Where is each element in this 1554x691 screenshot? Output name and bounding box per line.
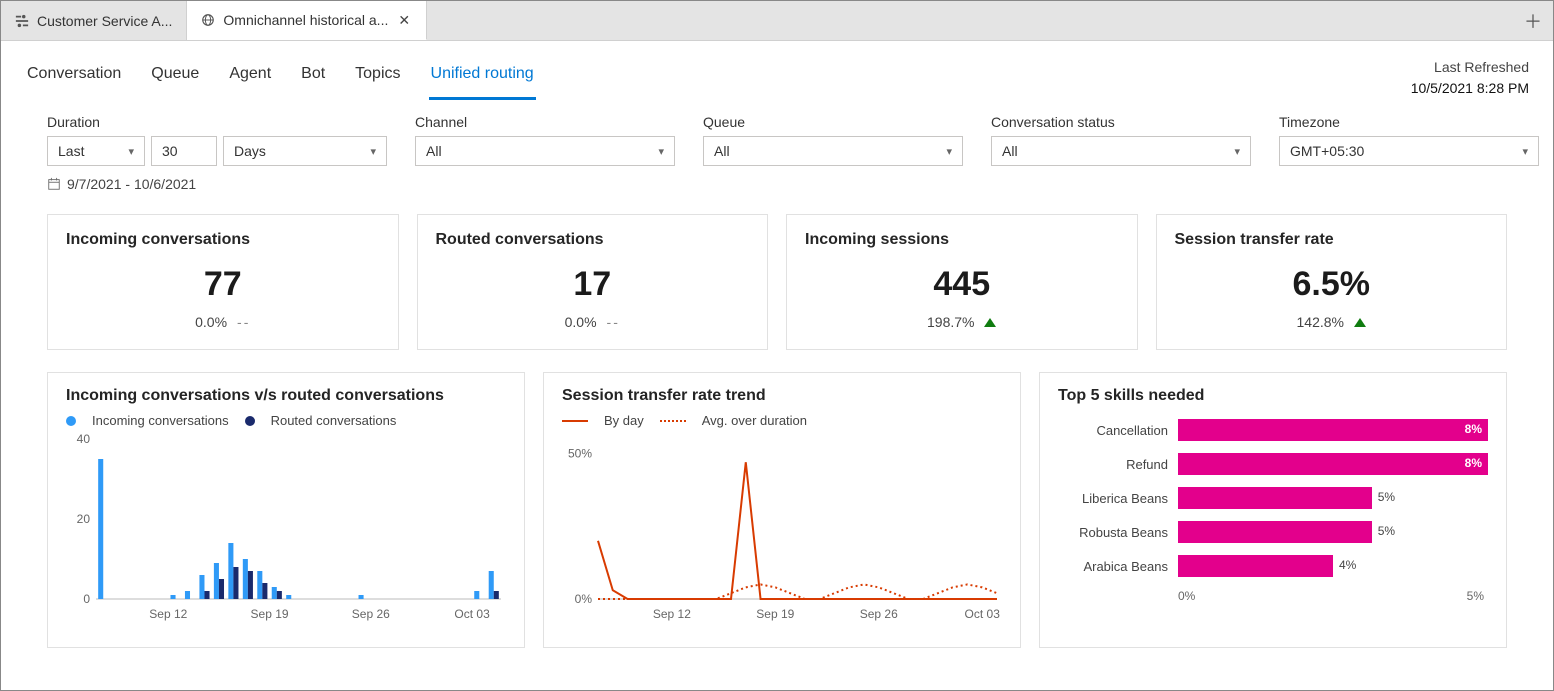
duration-unit-select[interactable]: Days ▾	[223, 136, 387, 166]
duration-mode-select[interactable]: Last ▾	[47, 136, 145, 166]
tab-label: Customer Service A...	[37, 13, 172, 29]
skills-bar-list: Cancellation 8% Refund 8% Liberica Beans…	[1058, 413, 1488, 583]
svg-text:0%: 0%	[575, 592, 593, 606]
skill-label: Arabica Beans	[1058, 559, 1168, 574]
trend-up-icon	[1354, 318, 1366, 327]
nav-row: Conversation Queue Agent Bot Topics Unif…	[1, 41, 1553, 100]
trend-up-icon	[984, 318, 996, 327]
skill-label: Refund	[1058, 457, 1168, 472]
skill-bar-track: 5%	[1178, 487, 1488, 509]
navtab-conversation[interactable]: Conversation	[25, 55, 123, 100]
kpi-session-transfer-rate[interactable]: Session transfer rate 6.5% 142.8%	[1156, 214, 1508, 350]
chart-legend: Incoming conversations Routed conversati…	[66, 413, 506, 428]
filter-duration: Duration Last ▾ 30 Days ▾	[47, 114, 387, 166]
status-select[interactable]: All ▾	[991, 136, 1251, 166]
svg-text:Sep 19: Sep 19	[251, 607, 289, 621]
chevron-down-icon: ▾	[1234, 145, 1240, 158]
chart-incoming-vs-routed[interactable]: Incoming conversations v/s routed conver…	[47, 372, 525, 648]
svg-text:20: 20	[77, 512, 91, 526]
navtab-agent[interactable]: Agent	[227, 55, 273, 100]
svg-text:40: 40	[77, 434, 91, 446]
new-tab-button[interactable]: ＋	[1513, 1, 1553, 40]
timezone-select[interactable]: GMT+05:30 ▾	[1279, 136, 1539, 166]
skill-row: Cancellation 8%	[1058, 413, 1488, 447]
last-refreshed: Last Refreshed 10/5/2021 8:28 PM	[1411, 57, 1529, 99]
tab-label: Omnichannel historical a...	[223, 12, 388, 28]
svg-text:50%: 50%	[568, 447, 592, 461]
skill-bar-track: 8%	[1178, 453, 1488, 475]
trend-flat-icon: --	[607, 314, 620, 330]
close-icon[interactable]: ✕	[396, 12, 412, 29]
chart-legend: By day Avg. over duration	[562, 413, 1002, 428]
legend-dot-icon	[66, 416, 76, 426]
filter-status: Conversation status All ▾	[991, 114, 1251, 166]
skill-label: Cancellation	[1058, 423, 1168, 438]
svg-text:Oct 03: Oct 03	[965, 607, 1001, 621]
skill-bar-track: 5%	[1178, 521, 1488, 543]
legend-dotted-line-icon	[660, 420, 686, 422]
skill-row: Refund 8%	[1058, 447, 1488, 481]
svg-text:Sep 26: Sep 26	[860, 607, 898, 621]
skill-bar-track: 4%	[1178, 555, 1488, 577]
kpi-incoming-sessions[interactable]: Incoming sessions 445 198.7%	[786, 214, 1138, 350]
window-tabstrip: Customer Service A... Omnichannel histor…	[1, 1, 1553, 41]
skill-row: Arabica Beans 4%	[1058, 549, 1488, 583]
skill-row: Liberica Beans 5%	[1058, 481, 1488, 515]
skill-row: Robusta Beans 5%	[1058, 515, 1488, 549]
kpi-incoming-conversations[interactable]: Incoming conversations 77 0.0%--	[47, 214, 399, 350]
skill-label: Robusta Beans	[1058, 525, 1168, 540]
line-chart-svg: 0% 50% Sep 12 Sep 19 Sep 26 Oct 03	[562, 434, 1002, 624]
tab-customer-service[interactable]: Customer Service A...	[1, 1, 187, 40]
filter-label: Duration	[47, 114, 387, 130]
channel-select[interactable]: All ▾	[415, 136, 675, 166]
chevron-down-icon: ▾	[658, 145, 664, 158]
duration-count-input[interactable]: 30	[151, 136, 217, 166]
settings-icon	[15, 14, 29, 28]
navtab-topics[interactable]: Topics	[353, 55, 402, 100]
navtab-bot[interactable]: Bot	[299, 55, 327, 100]
skills-axis: 0% 5%	[1178, 589, 1488, 603]
svg-text:Sep 26: Sep 26	[352, 607, 390, 621]
charts-row: Incoming conversations v/s routed conver…	[1, 350, 1553, 648]
filter-timezone: Timezone GMT+05:30 ▾	[1279, 114, 1539, 166]
date-range-text: 9/7/2021 - 10/6/2021	[67, 176, 196, 192]
filter-label: Conversation status	[991, 114, 1251, 130]
date-range-display: 9/7/2021 - 10/6/2021	[1, 166, 1553, 192]
tab-omnichannel[interactable]: Omnichannel historical a... ✕	[187, 1, 427, 40]
navtab-unified-routing[interactable]: Unified routing	[429, 55, 536, 100]
last-refreshed-timestamp: 10/5/2021 8:28 PM	[1411, 78, 1529, 99]
chevron-down-icon: ▾	[128, 145, 134, 158]
svg-text:Sep 19: Sep 19	[756, 607, 794, 621]
chevron-down-icon: ▾	[370, 145, 376, 158]
svg-text:Sep 12: Sep 12	[149, 607, 187, 621]
filter-label: Timezone	[1279, 114, 1539, 130]
chart-top-skills[interactable]: Top 5 skills needed Cancellation 8% Refu…	[1039, 372, 1507, 648]
trend-flat-icon: --	[237, 314, 250, 330]
legend-dot-icon	[245, 416, 255, 426]
bar-chart-svg: 0 20 40 Sep 12 Sep 19 Sep 26 Oct 03	[66, 434, 506, 624]
chart-session-transfer-trend[interactable]: Session transfer rate trend By day Avg. …	[543, 372, 1021, 648]
svg-text:0: 0	[83, 592, 90, 606]
svg-text:Sep 12: Sep 12	[653, 607, 691, 621]
filter-label: Channel	[415, 114, 675, 130]
kpi-routed-conversations[interactable]: Routed conversations 17 0.0%--	[417, 214, 769, 350]
legend-line-icon	[562, 420, 588, 422]
filter-channel: Channel All ▾	[415, 114, 675, 166]
report-nav-tabs: Conversation Queue Agent Bot Topics Unif…	[25, 55, 536, 100]
kpi-cards: Incoming conversations 77 0.0%-- Routed …	[1, 192, 1553, 350]
filter-label: Queue	[703, 114, 963, 130]
filter-queue: Queue All ▾	[703, 114, 963, 166]
calendar-icon	[47, 177, 61, 191]
queue-select[interactable]: All ▾	[703, 136, 963, 166]
globe-icon	[201, 13, 215, 27]
skill-bar-track: 8%	[1178, 419, 1488, 441]
navtab-queue[interactable]: Queue	[149, 55, 201, 100]
last-refreshed-label: Last Refreshed	[1411, 57, 1529, 78]
chevron-down-icon: ▾	[1522, 145, 1528, 158]
chevron-down-icon: ▾	[946, 145, 952, 158]
filter-bar: Duration Last ▾ 30 Days ▾ Channel All ▾ …	[1, 100, 1553, 166]
skill-label: Liberica Beans	[1058, 491, 1168, 506]
svg-text:Oct 03: Oct 03	[454, 607, 490, 621]
